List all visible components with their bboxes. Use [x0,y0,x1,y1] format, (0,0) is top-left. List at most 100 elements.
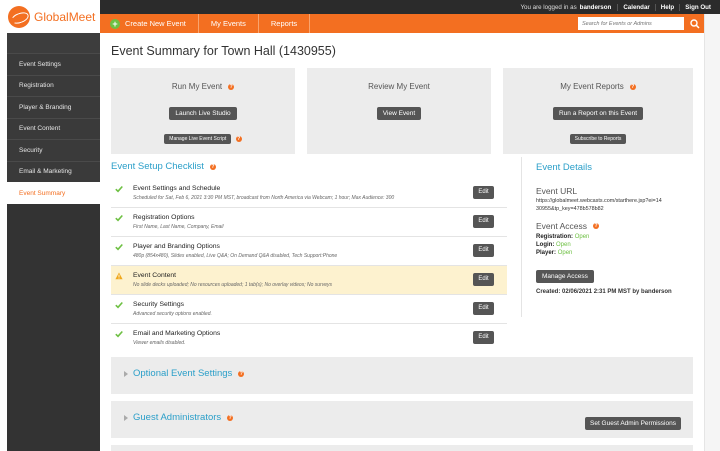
launch-live-studio-button[interactable]: Launch Live Studio [169,107,237,120]
search-button[interactable] [685,14,704,33]
view-event-button[interactable]: View Event [376,107,422,120]
checkmark-icon [115,185,123,193]
topbar: You are logged in as banderson Calendar … [0,0,720,14]
checklist-heading: Event Setup Checklist ? [111,161,216,172]
sidebar-item-player-branding[interactable]: Player & Branding [7,96,100,118]
help-icon[interactable]: ? [629,83,636,90]
nav-my-events[interactable]: My Events [199,14,259,33]
checkmark-icon [115,301,123,309]
created-info: Created: 02/06/2021 2:31 PM MST by bande… [536,289,672,295]
sidebar-item-email-marketing[interactable]: Email & Marketing [7,160,100,182]
page-title: Event Summary for Town Hall (1430955) [111,44,336,58]
next-accordion[interactable] [111,445,693,451]
subscribe-to-reports-button[interactable]: Subscribe to Reports [569,134,627,144]
caret-right-icon [124,415,128,421]
sidebar-item-event-summary[interactable]: Event Summary [7,182,100,204]
row-summary: 480p (854x480), Slides enabled, Live Q&A… [133,252,338,259]
edit-button[interactable]: Edit [473,186,494,199]
main-nav: + Create New Event My Events Reports [100,14,704,33]
checkmark-icon [115,330,123,338]
row-title: Email and Marketing Options [133,330,221,337]
sidebar-item-event-content[interactable]: Event Content [7,117,100,139]
event-details-title: Event Details [536,162,592,173]
manage-access-wrap: Manage Access [536,265,594,283]
checklist-row: Security Settings Advanced security opti… [111,295,507,324]
event-url-label: Event URL [536,186,578,196]
checklist-row: Player and Branding Options 480p (854x48… [111,237,507,266]
row-summary: Viewer emails disabled. [133,339,186,346]
panel-title: Review My Event [368,82,430,91]
event-access-heading: Event Access ? [536,221,600,231]
sidebar-item-security[interactable]: Security [7,139,100,161]
row-title: Event Content [133,272,177,279]
manage-access-button[interactable]: Manage Access [536,270,594,283]
logo[interactable]: GlobalMeet [8,6,95,28]
access-registration: Registration: Open [536,234,590,240]
checklist-row: Email and Marketing Options Viewer email… [111,324,507,353]
create-new-event-label: Create New Event [125,19,186,28]
optional-event-settings-accordion[interactable]: Optional Event Settings ? [111,357,693,394]
panel-title: Run My Event [171,82,223,91]
help-icon[interactable]: ? [593,223,600,229]
sidebar-item-registration[interactable]: Registration [7,74,100,96]
search-input[interactable] [578,17,684,30]
nav-reports[interactable]: Reports [259,14,311,33]
caret-right-icon [124,371,128,377]
edit-button[interactable]: Edit [473,244,494,257]
sign-out-link[interactable]: Sign Out [679,3,716,11]
help-icon[interactable]: ? [228,83,235,90]
row-title: Security Settings [133,301,184,308]
checklist-row: Event Content No slide decks uploaded; N… [111,266,507,295]
edit-button[interactable]: Edit [473,273,494,286]
main-content: Event Summary for Town Hall (1430955) Ru… [100,33,704,451]
sidebar-item-event-settings[interactable]: Event Settings [7,53,100,75]
row-summary: First Name, Last Name, Company, Email [133,223,224,230]
globalmeet-logo-icon [8,6,30,28]
search-icon [689,18,700,29]
row-summary: No slide decks uploaded; No resources up… [133,281,332,288]
row-title: Player and Branding Options [133,243,220,250]
checkmark-icon [115,214,123,222]
sidebar: Event Settings Registration Player & Bra… [7,33,100,451]
scrollbar-track[interactable] [704,14,720,451]
event-details: Event Details Event URL https://globalme… [521,157,691,317]
edit-button[interactable]: Edit [473,215,494,228]
row-title: Event Settings and Schedule [133,185,221,192]
row-summary: Advanced security options enabled. [133,310,212,317]
help-icon[interactable]: ? [209,163,216,170]
create-new-event-button[interactable]: + Create New Event [100,14,199,33]
checkmark-icon [115,243,123,251]
help-icon[interactable]: ? [235,136,242,142]
checklist-row: Event Settings and Schedule Scheduled fo… [111,179,507,208]
logo-text: GlobalMeet [34,10,96,24]
edit-button[interactable]: Edit [473,331,494,344]
help-icon[interactable]: ? [227,414,234,421]
row-summary: Scheduled for Sat, Feb 6, 2021 3:30 PM M… [133,194,395,201]
calendar-link[interactable]: Calendar [617,3,654,11]
plus-icon: + [110,18,120,29]
help-icon[interactable]: ? [238,370,245,377]
panel-title: My Event Reports [560,82,624,91]
event-access-label: Event Access [536,221,588,231]
checklist-title: Event Setup Checklist [111,161,204,172]
event-url[interactable]: https://globalmeet.webcasts.com/starther… [536,198,664,213]
run-report-button[interactable]: Run a Report on this Event [552,107,644,120]
run-my-event-panel: Run My Event? Launch Live Studio Manage … [111,68,295,154]
access-login: Login: Open [536,242,571,248]
set-guest-admin-permissions-button[interactable]: Set Guest Admin Permissions [585,417,681,430]
logged-in-label: You are logged in as [520,3,577,11]
help-link[interactable]: Help [654,3,679,11]
my-event-reports-panel: My Event Reports? Run a Report on this E… [503,68,693,154]
accordion-title: Guest Administrators [133,412,222,423]
review-my-event-panel: Review My Event View Event [307,68,491,154]
created-label: Created: [536,289,561,295]
manage-live-event-script-button[interactable]: Manage Live Event Script [164,134,232,144]
access-player: Player: Open [536,250,573,256]
account-bar: You are logged in as banderson Calendar … [100,0,720,14]
guest-administrators-accordion[interactable]: Guest Administrators ? Set Guest Admin P… [111,401,693,438]
edit-button[interactable]: Edit [473,302,494,315]
warning-icon [115,272,123,280]
username: banderson [579,3,612,11]
row-title: Registration Options [133,214,195,221]
checklist-row: Registration Options First Name, Last Na… [111,208,507,237]
